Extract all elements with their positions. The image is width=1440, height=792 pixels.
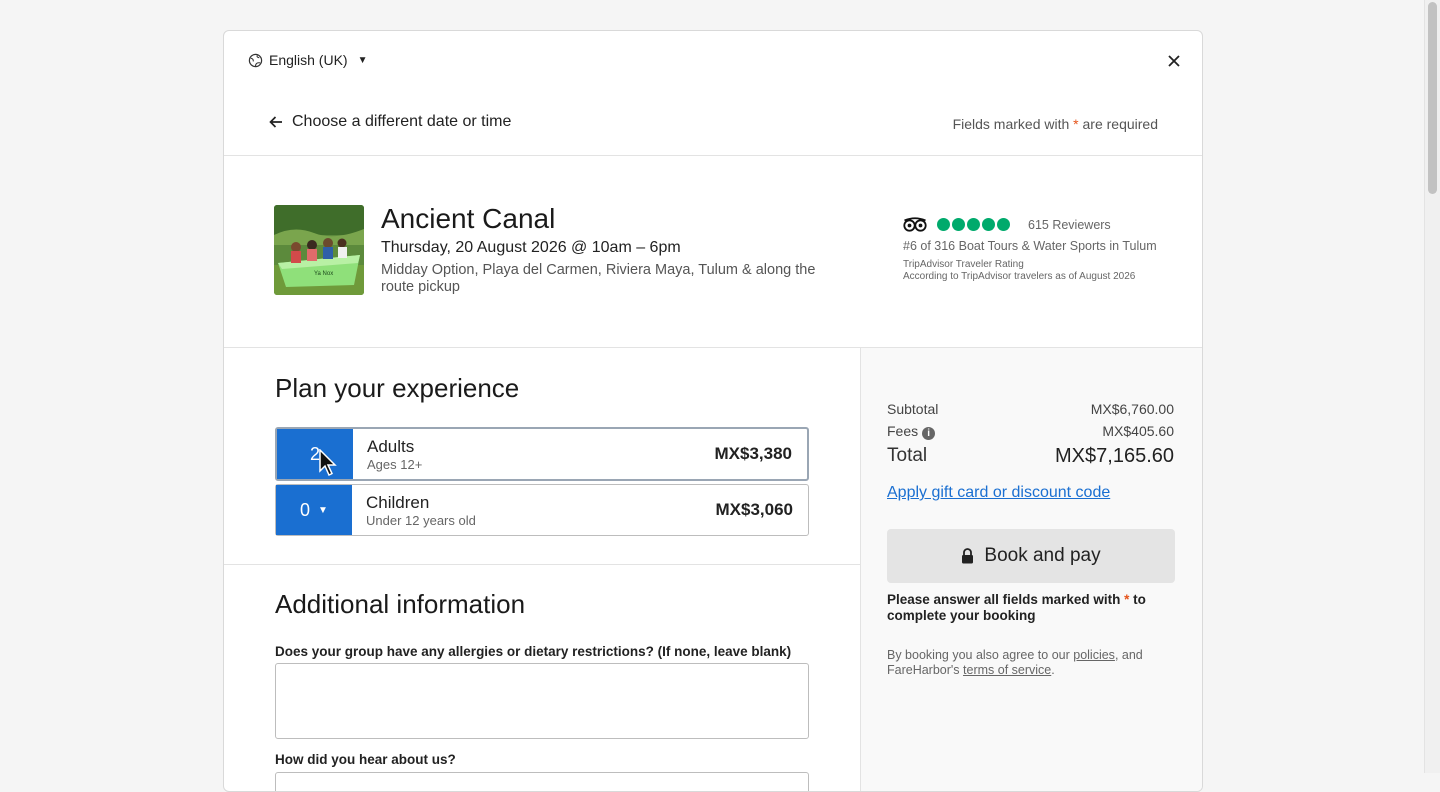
children-age: Under 12 years old	[366, 513, 476, 528]
rating-bubbles	[937, 218, 1010, 231]
subtotal-row: Subtotal MX$6,760.00	[887, 401, 1174, 417]
adults-quantity-select[interactable]: 2	[277, 429, 353, 479]
language-label: English (UK)	[269, 52, 348, 68]
additional-heading: Additional information	[275, 589, 526, 619]
item-datetime: Thursday, 20 August 2026 @ 10am – 6pm	[381, 239, 681, 256]
rating-bubble	[982, 218, 995, 231]
children-quantity-select[interactable]: 0 ▼	[276, 485, 352, 535]
tripadvisor-logo-icon	[903, 217, 927, 232]
rating-bubble	[967, 218, 980, 231]
fees-value: MX$405.60	[1102, 423, 1174, 439]
adults-label: Adults	[367, 437, 415, 456]
info-icon[interactable]: i	[922, 427, 936, 440]
adults-row: 2 Adults Ages 12+ MX$3,380	[275, 427, 809, 481]
mouse-cursor-icon	[319, 449, 337, 477]
children-price: MX$3,060	[715, 500, 794, 519]
total-row: Total MX$7,165.60	[887, 445, 1174, 468]
scrollbar-thumb[interactable]	[1428, 2, 1437, 194]
book-and-pay-button[interactable]: Book and pay	[887, 529, 1175, 583]
fees-row: Fees i MX$405.60	[887, 423, 1174, 440]
svg-text:Ya Nox: Ya Nox	[314, 271, 333, 277]
tripadvisor-according: According to TripAdvisor travelers as of…	[903, 271, 1136, 282]
book-and-pay-label: Book and pay	[984, 545, 1101, 566]
change-date-label: Choose a different date or time	[292, 113, 512, 130]
item-location: Midday Option, Playa del Carmen, Riviera…	[381, 262, 816, 295]
children-label: Children	[366, 493, 430, 512]
required-fields-message: Please answer all fields marked with * t…	[887, 592, 1146, 623]
plan-heading: Plan your experience	[275, 373, 520, 403]
order-summary: Subtotal MX$6,760.00 Fees i MX$405.60 Tot…	[861, 348, 1202, 791]
adults-price: MX$3,380	[714, 444, 793, 463]
gift-card-link[interactable]: Apply gift card or discount code	[887, 484, 1110, 502]
divider	[224, 155, 1202, 156]
referral-select[interactable]	[275, 772, 809, 791]
allergies-question: Does your group have any allergies or di…	[275, 644, 792, 659]
rating-bubble	[952, 218, 965, 231]
total-value: MX$7,165.60	[1055, 445, 1174, 467]
children-row: 0 ▼ Children Under 12 years old MX$3,060	[275, 484, 809, 536]
reviewers-count: 615 Reviewers	[1028, 217, 1111, 232]
language-selector[interactable]: English (UK) ▼	[248, 52, 368, 68]
caret-down-icon: ▼	[357, 54, 368, 66]
referral-question: How did you hear about us?	[275, 752, 456, 767]
ranking-text: #6 of 316 Boat Tours & Water Sports in T…	[903, 239, 1157, 253]
policies-link[interactable]: policies	[1073, 648, 1115, 662]
tripadvisor-rating: 615 Reviewers #6 of 316 Boat Tours & Wat…	[903, 217, 1163, 283]
subtotal-label: Subtotal	[887, 401, 939, 417]
required-asterisk: *	[1124, 592, 1130, 607]
divider	[224, 564, 860, 565]
caret-down-icon: ▼	[318, 504, 328, 516]
arrow-left-icon	[269, 116, 282, 128]
close-icon[interactable]	[1164, 51, 1184, 71]
subtotal-value: MX$6,760.00	[1090, 401, 1174, 417]
change-date-link[interactable]: Choose a different date or time	[268, 113, 511, 131]
terms-link[interactable]: terms of service	[963, 663, 1051, 677]
legal-text: By booking you also agree to our policie…	[887, 648, 1143, 677]
rating-bubble	[937, 218, 950, 231]
item-title: Ancient Canal	[381, 203, 556, 234]
required-asterisk: *	[1073, 116, 1079, 132]
booking-modal: English (UK) ▼ Choose a different date o…	[223, 30, 1203, 792]
tripadvisor-caption: TripAdvisor Traveler Rating	[903, 259, 1024, 270]
item-photo: Ya Nox	[274, 205, 364, 295]
rating-bubble	[997, 218, 1010, 231]
page-scrollbar[interactable]	[1424, 0, 1440, 773]
allergies-textarea[interactable]	[275, 663, 809, 739]
fees-label: Fees	[887, 423, 919, 439]
lock-icon	[962, 548, 974, 564]
total-label: Total	[887, 445, 928, 466]
required-note: Fields marked with * are required	[952, 116, 1158, 132]
globe-icon	[248, 53, 263, 67]
adults-age: Ages 12+	[367, 457, 423, 472]
